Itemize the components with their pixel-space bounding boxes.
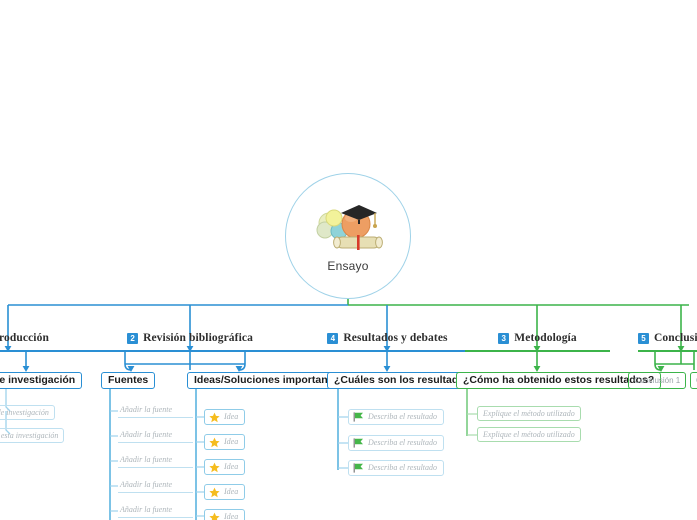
leaf-idea[interactable]: Idea (204, 434, 246, 450)
leaf-label: Idea (224, 487, 239, 496)
leaf-anadir-fuente[interactable]: Añadir la fuente (118, 478, 193, 493)
star-icon (209, 512, 220, 520)
node-objetivo-de-investigacion[interactable]: Objetivo de investigación (0, 372, 83, 389)
branch-header[interactable]: 2 Revisión bibliográfica (70, 328, 310, 348)
branch-underline (70, 350, 310, 352)
node-ideas-soluciones-importantes[interactable]: Ideas/Soluciones importantes (187, 372, 350, 389)
branch-header[interactable]: 4 Resultados y debates (310, 328, 465, 348)
leaf-describa-resultado[interactable]: Describa el resultado (348, 460, 445, 476)
branch-header[interactable]: 1 Introducción (0, 328, 72, 348)
branch-number-badge: 2 (127, 332, 139, 344)
star-icon (209, 462, 220, 473)
leaf-label: Explique el método utilizado (483, 409, 575, 418)
branch-title: Resultados y debates (343, 332, 448, 344)
graduation-cap-diploma-icon (311, 199, 385, 257)
leaf-label: Idea (224, 412, 239, 421)
branch-number-badge: 5 (638, 332, 649, 344)
node-conclusion-1[interactable]: Conclusión 1 (628, 372, 687, 389)
leaf-label: Explique el método utilizado (483, 430, 575, 439)
leaf-idea[interactable]: Idea (204, 484, 246, 500)
leaf-label: Idea (224, 437, 239, 446)
leaf-label: Describa el ámbito de esta investigación (0, 431, 59, 440)
green-flag-icon (353, 463, 364, 473)
leaf-label: Añadir la fuente (120, 405, 172, 414)
leaf-explique-metodo[interactable]: Explique el método utilizado (477, 406, 581, 421)
leaf-label: Añadir la fuente (120, 480, 172, 489)
branch-title: Revisión bibliográfica (143, 332, 253, 344)
branch-title: Metodología (514, 332, 577, 344)
leaf-describa-resultado[interactable]: Describa el resultado (348, 435, 445, 451)
star-icon (209, 487, 220, 498)
branch-underline (638, 350, 697, 352)
leaf-label: Describa el tema de investigación (0, 408, 49, 417)
branch-revision-bibliografica[interactable]: 2 Revisión bibliográfica (70, 328, 310, 352)
root-node[interactable]: Ensayo (285, 173, 411, 299)
branch-header[interactable]: 5 Conclusión (638, 328, 697, 348)
branch-number-badge: 4 (327, 332, 339, 344)
leaf-label: Añadir la fuente (120, 430, 172, 439)
node-label: Objetivo de investigación (0, 374, 76, 386)
branch-underline (310, 350, 465, 352)
node-label: ¿Cómo ha obtenido estos resultados? (463, 374, 655, 386)
leaf-anadir-fuente[interactable]: Añadir la fuente (118, 453, 193, 468)
root-label: Ensayo (327, 259, 369, 273)
node-label: Ideas/Soluciones importantes (194, 374, 343, 386)
mindmap-canvas[interactable]: Ensayo 1 Introducción Objetivo de invest… (0, 0, 697, 520)
leaf-label: Añadir la fuente (120, 455, 172, 464)
leaf-label: Añadir la fuente (120, 505, 172, 514)
leaf-label: Describa el resultado (368, 412, 438, 421)
leaf-label: Describa el resultado (368, 438, 438, 447)
node-conclusion-2[interactable]: Conclusión 2 (690, 372, 697, 389)
node-label: Fuentes (108, 374, 149, 386)
star-icon (209, 412, 220, 423)
leaf-idea[interactable]: Idea (204, 409, 246, 425)
leaf-explique-metodo[interactable]: Explique el método utilizado (477, 427, 581, 442)
branch-header[interactable]: 3 Metodología (465, 328, 610, 348)
branch-metodologia[interactable]: 3 Metodología (465, 328, 610, 352)
leaf-label: Describa el resultado (368, 463, 438, 472)
leaf-anadir-fuente[interactable]: Añadir la fuente (118, 403, 193, 418)
leaf-label: Idea (224, 512, 239, 520)
leaf-idea[interactable]: Idea (204, 509, 246, 520)
branch-underline (0, 350, 72, 352)
star-icon (209, 437, 220, 448)
branch-conclusion[interactable]: 5 Conclusión (638, 328, 697, 352)
green-flag-icon (353, 438, 364, 448)
leaf-idea[interactable]: Idea (204, 459, 246, 475)
green-flag-icon (353, 412, 364, 422)
node-label: Conclusión 1 (634, 376, 681, 385)
leaf-describa-resultado[interactable]: Describa el resultado (348, 409, 445, 425)
branch-title: Conclusión (654, 332, 697, 344)
branch-introduccion[interactable]: 1 Introducción (0, 328, 72, 352)
leaf-anadir-fuente[interactable]: Añadir la fuente (118, 503, 193, 518)
leaf-label: Idea (224, 462, 239, 471)
leaf-describa-tema[interactable]: Describa el tema de investigación (0, 405, 55, 420)
node-fuentes[interactable]: Fuentes (101, 372, 156, 389)
branch-underline (465, 350, 610, 352)
branch-number-badge: 3 (498, 332, 510, 344)
leaf-anadir-fuente[interactable]: Añadir la fuente (118, 428, 193, 443)
leaf-describa-ambito[interactable]: Describa el ámbito de esta investigación (0, 428, 65, 443)
branch-resultados-y-debates[interactable]: 4 Resultados y debates (310, 328, 465, 352)
branch-title: Introducción (0, 332, 49, 344)
